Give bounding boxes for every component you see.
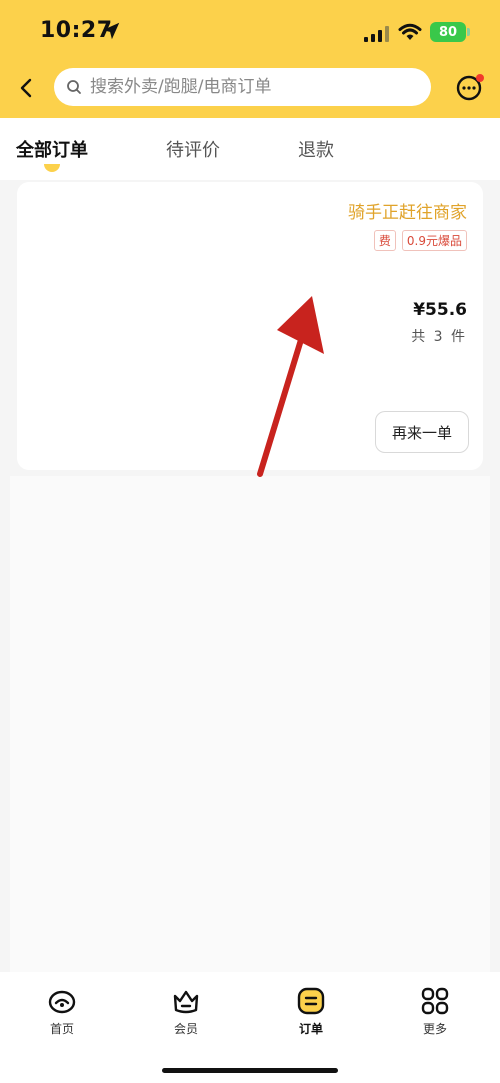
search-bar[interactable] xyxy=(54,68,431,106)
more-icon xyxy=(421,987,449,1015)
nav-member[interactable]: 会员 xyxy=(156,986,216,1037)
cellular-signal-icon xyxy=(364,26,389,42)
nav-label: 首页 xyxy=(49,1022,74,1036)
order-tag: 0.9元爆品 xyxy=(401,230,467,251)
tab-to-review[interactable]: 待评价 xyxy=(166,136,220,162)
member-icon xyxy=(173,990,199,1014)
nav-label: 订单 xyxy=(298,1022,323,1036)
search-icon xyxy=(67,80,81,94)
notification-dot xyxy=(476,74,484,82)
tab-refund[interactable]: 退款 xyxy=(298,136,334,162)
battery-indicator: 80 xyxy=(430,22,466,42)
status-bar: 10:27 80 xyxy=(0,0,500,62)
bottom-navigation: 首页 会员 订单 更多 xyxy=(0,972,500,1083)
header: 10:27 80 xyxy=(0,0,500,118)
home-indicator[interactable] xyxy=(162,1068,338,1073)
back-button[interactable] xyxy=(12,74,40,102)
annotation-arrow-icon xyxy=(257,296,324,477)
order-tags: 费 0.9元爆品 xyxy=(373,230,467,251)
nav-label: 更多 xyxy=(422,1022,447,1036)
order-tabs: 全部订单 待评价 退款 xyxy=(0,118,500,180)
tab-all-orders[interactable]: 全部订单 xyxy=(16,136,88,162)
order-status: 骑手正赶往商家 xyxy=(348,203,467,223)
chevron-left-icon xyxy=(20,78,32,98)
orders-icon xyxy=(297,987,325,1015)
nav-more[interactable]: 更多 xyxy=(405,986,465,1037)
order-item-count: 共 3 件 xyxy=(411,329,467,345)
home-icon xyxy=(48,990,76,1014)
location-arrow-icon xyxy=(102,22,120,40)
order-tag: 费 xyxy=(373,230,396,251)
reorder-button[interactable]: 再来一单 xyxy=(375,411,469,453)
nav-orders[interactable]: 订单 xyxy=(281,986,341,1037)
order-price: ¥55.6 xyxy=(413,300,467,320)
nav-home[interactable]: 首页 xyxy=(32,986,92,1037)
nav-label: 会员 xyxy=(173,1022,198,1036)
active-tab-indicator xyxy=(44,164,60,172)
search-input[interactable] xyxy=(90,77,410,97)
battery-cap xyxy=(467,28,470,36)
order-list-empty-area xyxy=(10,476,490,972)
battery-level: 80 xyxy=(438,24,458,40)
wifi-icon xyxy=(398,23,422,40)
